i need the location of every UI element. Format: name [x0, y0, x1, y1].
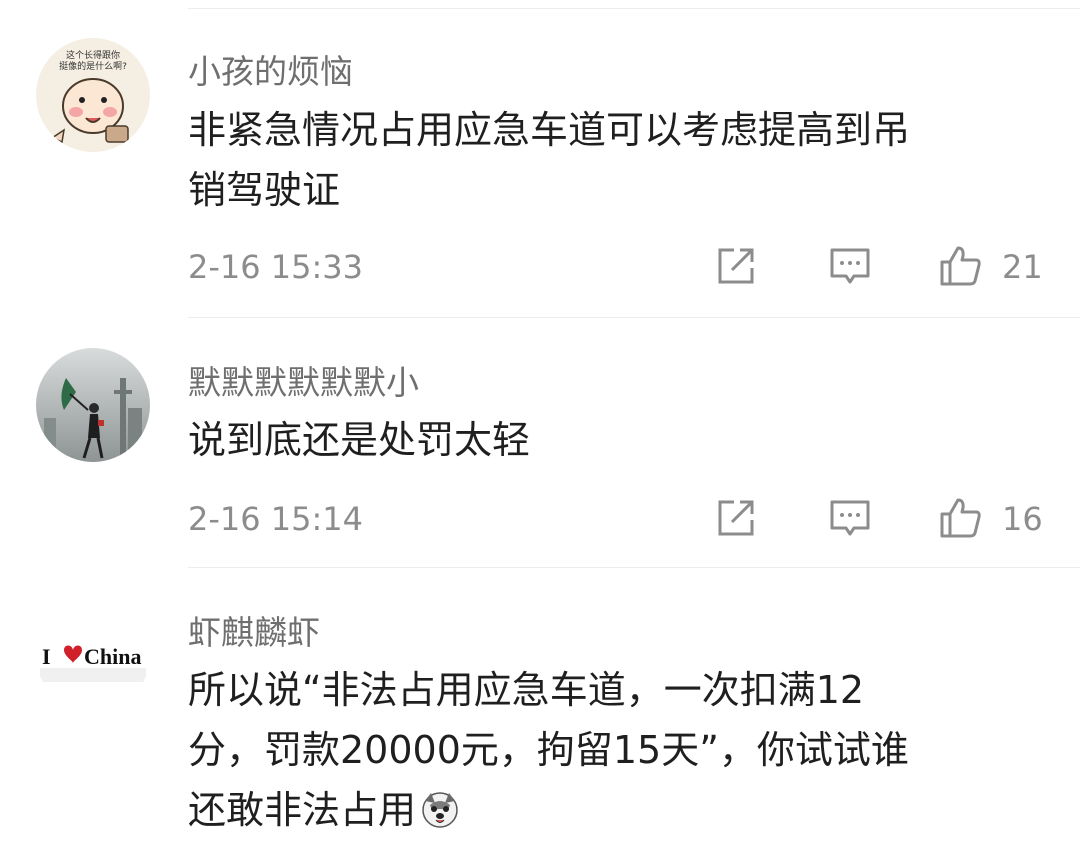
avatar-caption-line1: 这个长得跟你挺像的是什么啊? — [59, 49, 127, 72]
comment-text-fragment: 还敢非法占用 — [188, 788, 417, 832]
reply-button[interactable] — [828, 496, 872, 540]
thumbs-up-icon — [940, 246, 981, 286]
comment-item: 这个长得跟你挺像的是什么啊? 小孩的烦恼 非紧急情况占用应急车道可以考虑提高到吊… — [0, 0, 1080, 318]
username[interactable]: 小孩的烦恼 — [188, 45, 353, 93]
comment-text-line: 所以说“非法占用应急车道，一次扣满12 — [188, 668, 865, 712]
avatar[interactable]: I China — [36, 598, 150, 712]
reply-button[interactable] — [828, 244, 872, 288]
like-count: 16 — [1002, 500, 1043, 538]
avatar-photo-image — [36, 348, 150, 462]
username[interactable]: 虾麒麟虾 — [188, 606, 320, 654]
dog-face-emoji-icon — [420, 786, 460, 828]
like-button[interactable] — [938, 496, 982, 540]
like-button[interactable] — [938, 244, 982, 288]
share-button[interactable] — [714, 496, 758, 540]
comment-text-line: 说到底还是处罚太轻 — [188, 418, 531, 462]
comment-text-line-last: 还敢非法占用 — [188, 780, 1048, 840]
share-button[interactable] — [714, 244, 758, 288]
username[interactable]: 默默默默默默小 — [188, 356, 419, 404]
like-count: 21 — [1002, 248, 1043, 286]
comment-text: 非紧急情况占用应急车道可以考虑提高到吊 销驾驶证 — [188, 100, 1048, 220]
timestamp: 2-16 15:33 — [188, 248, 364, 286]
comment-item: 默默默默默默小 说到底还是处罚太轻 2-16 15:14 16 — [0, 318, 1080, 568]
timestamp: 2-16 15:14 — [188, 500, 364, 538]
thumbs-up-icon — [940, 498, 981, 538]
comment-meta: 2-16 15:14 16 — [0, 488, 1080, 548]
avatar-i-love-china-image: I China — [36, 598, 150, 712]
comment-item: I China 虾麒麟虾 所以说“非法占用应急车道，一次扣满12 分，罚款200… — [0, 568, 1080, 855]
comment-meta: 2-16 15:33 21 — [0, 236, 1080, 296]
comment-text: 说到底还是处罚太轻 — [188, 410, 1048, 470]
comment-icon — [830, 500, 870, 536]
avatar-cartoon-image: 这个长得跟你挺像的是什么啊? — [36, 38, 150, 152]
avatar[interactable] — [36, 348, 150, 462]
avatar-text-i: I — [42, 644, 51, 669]
comment-text: 所以说“非法占用应急车道，一次扣满12 分，罚款20000元，拘留15天”，你试… — [188, 660, 1048, 840]
share-icon — [718, 248, 754, 284]
share-icon — [718, 500, 754, 536]
avatar-text-china: China — [84, 644, 141, 669]
comment-text-line: 销驾驶证 — [188, 168, 341, 212]
comment-text-line: 非紧急情况占用应急车道可以考虑提高到吊 — [188, 108, 911, 152]
comment-text-line: 分，罚款20000元，拘留15天”，你试试谁 — [188, 728, 909, 772]
avatar[interactable]: 这个长得跟你挺像的是什么啊? — [36, 38, 150, 152]
comment-icon — [830, 248, 870, 284]
